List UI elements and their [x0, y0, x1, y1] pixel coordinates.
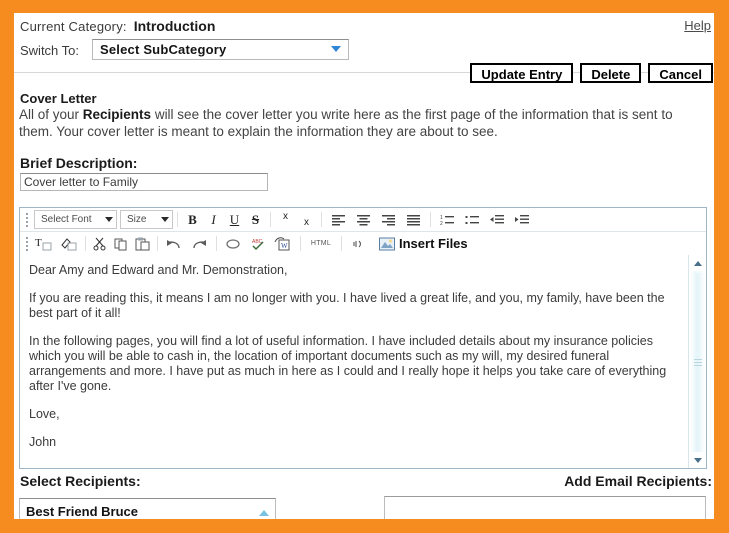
scroll-up-icon[interactable]: [259, 510, 269, 516]
update-entry-button[interactable]: Update Entry: [470, 63, 574, 83]
subcategory-select[interactable]: Select SubCategory: [92, 39, 349, 60]
toolbar-grip-icon[interactable]: [22, 232, 31, 255]
spellcheck-icon[interactable]: ABC: [247, 234, 270, 253]
editor-toolbar-row-1: Select Font Size B I U S x x 1 2: [20, 208, 706, 232]
switch-to-row: Switch To:: [20, 42, 79, 60]
list-item[interactable]: Best Friend Bruce: [26, 504, 138, 519]
current-category-row: Current Category: Introduction: [20, 18, 215, 36]
italic-icon[interactable]: I: [204, 210, 223, 229]
letter-paragraph: John: [29, 435, 57, 449]
toolbar-separator: [300, 236, 301, 251]
scroll-up-icon[interactable]: [689, 255, 706, 271]
svg-text:2: 2: [440, 221, 443, 226]
font-family-select-label: Select Font: [41, 214, 92, 225]
sound-icon[interactable]: [347, 234, 370, 253]
superscript-icon[interactable]: x: [276, 209, 295, 230]
select-recipients-label: Select Recipients:: [20, 473, 141, 489]
indent-icon[interactable]: [511, 210, 534, 229]
editor-content-area[interactable]: Dear Amy and Edward and Mr. Demonstratio…: [20, 255, 706, 468]
svg-text:T: T: [35, 237, 42, 249]
delete-button[interactable]: Delete: [580, 63, 642, 83]
chevron-down-icon: [105, 217, 113, 222]
toolbar-separator: [216, 236, 217, 251]
underline-icon[interactable]: U: [225, 210, 244, 229]
paste-icon[interactable]: [133, 234, 152, 253]
insert-files-button[interactable]: Insert Files: [379, 236, 468, 251]
insert-link-icon[interactable]: [222, 234, 245, 253]
chevron-down-icon: [161, 217, 169, 222]
cover-letter-recipients-word: Recipients: [82, 107, 152, 122]
action-button-row: Update Entry Delete Cancel: [470, 63, 713, 83]
current-category-label: Current Category:: [20, 19, 127, 34]
toolbar-separator: [321, 212, 322, 227]
html-source-button[interactable]: HTML: [306, 234, 336, 253]
add-email-recipients-label: Add Email Recipients:: [564, 473, 712, 489]
cover-letter-body[interactable]: Dear Amy and Edward and Mr. Demonstratio…: [29, 263, 682, 463]
letter-paragraph: If you are reading this, it means I am n…: [29, 291, 665, 320]
font-size-select-label: Size: [127, 214, 147, 225]
toolbar-grip-icon[interactable]: [22, 208, 31, 231]
cover-letter-description: All of your Recipients will see the cove…: [19, 106, 705, 140]
scrollbar-thumb[interactable]: [690, 273, 705, 453]
current-category-value: Introduction: [133, 18, 216, 34]
bold-icon[interactable]: B: [183, 210, 202, 229]
recipients-listbox[interactable]: Best Friend Bruce: [19, 498, 276, 519]
redo-icon[interactable]: [188, 234, 211, 253]
switch-to-label: Switch To:: [20, 43, 80, 58]
numbered-list-icon[interactable]: 12: [436, 210, 459, 229]
add-email-recipients-input[interactable]: [384, 496, 706, 519]
align-justify-icon[interactable]: [402, 210, 425, 229]
subcategory-select-value: Select SubCategory: [100, 42, 227, 57]
editor-toolbar-row-2: T ABC W HTML Insert Files: [20, 232, 706, 256]
font-size-select[interactable]: Size: [120, 210, 173, 229]
toolbar-separator: [430, 212, 431, 227]
align-center-icon[interactable]: [352, 210, 375, 229]
editor-scrollbar[interactable]: [688, 255, 706, 468]
brief-description-label: Brief Description:: [20, 155, 138, 171]
toolbar-separator: [341, 236, 342, 251]
letter-paragraph: Love,: [29, 407, 60, 421]
toolbar-separator: [157, 236, 158, 251]
font-family-select[interactable]: Select Font: [34, 210, 117, 229]
insert-word-document-icon[interactable]: W: [272, 234, 295, 253]
scroll-down-icon[interactable]: [689, 452, 706, 468]
cancel-button[interactable]: Cancel: [648, 63, 713, 83]
toolbar-separator: [85, 236, 86, 251]
help-link[interactable]: Help: [684, 18, 711, 33]
page-content: Current Category: Introduction Help Switc…: [14, 13, 714, 519]
cover-letter-heading: Cover Letter: [20, 91, 97, 106]
rich-text-editor: Select Font Size B I U S x x 1 2 T ABC W…: [19, 207, 707, 469]
orange-page-frame: Current Category: Introduction Help Switc…: [0, 0, 729, 533]
align-right-icon[interactable]: [377, 210, 400, 229]
bulleted-list-icon[interactable]: [461, 210, 484, 229]
toolbar-separator: [270, 212, 271, 227]
svg-text:W: W: [281, 242, 288, 250]
strikethrough-icon[interactable]: S: [246, 210, 265, 229]
scrollbar-grip-icon: [694, 359, 702, 366]
subscript-icon[interactable]: x: [297, 209, 316, 231]
letter-paragraph: Dear Amy and Edward and Mr. Demonstratio…: [29, 263, 288, 277]
insert-files-label: Insert Files: [399, 236, 468, 251]
undo-icon[interactable]: [163, 234, 186, 253]
image-icon: [379, 237, 395, 250]
outdent-icon[interactable]: [486, 210, 509, 229]
letter-paragraph: In the following pages, you will find a …: [29, 334, 667, 393]
text-color-icon[interactable]: T: [32, 234, 55, 253]
cut-icon[interactable]: [91, 234, 110, 253]
toolbar-separator: [177, 212, 178, 227]
highlight-color-icon[interactable]: [57, 234, 80, 253]
chevron-down-icon: [331, 46, 341, 52]
cover-letter-text-1: All of your: [19, 107, 83, 122]
copy-icon[interactable]: [112, 234, 131, 253]
align-left-icon[interactable]: [327, 210, 350, 229]
brief-description-input[interactable]: [20, 173, 268, 191]
